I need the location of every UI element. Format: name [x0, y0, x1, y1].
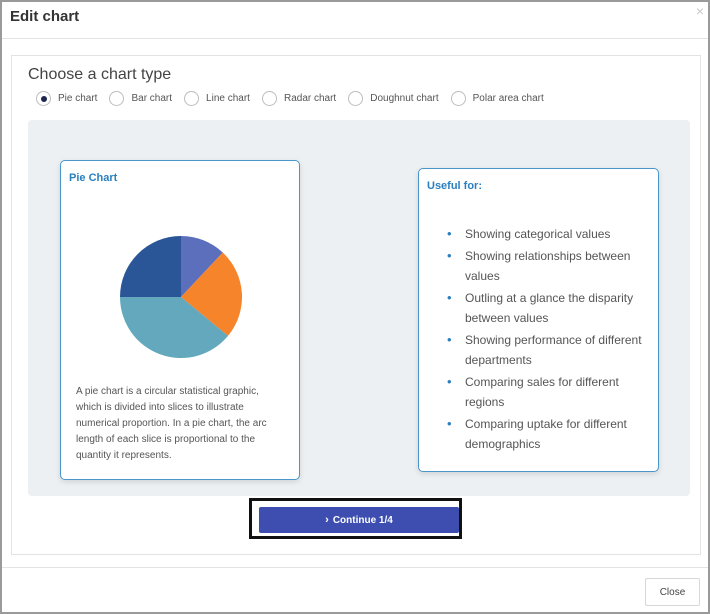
chevron-right-icon: › [325, 514, 329, 526]
chart-card-title: Pie Chart [69, 172, 118, 184]
list-item: Outling at a glance the disparity betwee… [447, 288, 647, 328]
radio-label: Radar chart [283, 93, 337, 104]
useful-for-list: Showing categorical values Showing relat… [447, 224, 647, 456]
radio-button[interactable] [36, 91, 51, 106]
useful-for-title: Useful for: [427, 180, 482, 192]
radio-pie-chart[interactable]: Pie chart [36, 91, 97, 106]
chart-preview-panel: Pie Chart A pie chart is a circular stat… [28, 120, 690, 496]
radio-label: Polar area chart [472, 93, 544, 104]
continue-label: Continue 1/4 [332, 514, 393, 526]
continue-highlight-box: › Continue 1/4 [249, 498, 462, 539]
chart-type-radio-group: Pie chart Bar chart Line chart Radar cha… [36, 91, 556, 106]
pie-chart-preview [120, 236, 242, 358]
radio-label: Line chart [206, 93, 250, 104]
list-item: Showing categorical values [447, 224, 647, 244]
pie-slice-4 [120, 236, 181, 297]
chart-description: A pie chart is a circular statistical gr… [76, 386, 267, 461]
list-item: Comparing uptake for different demograph… [447, 414, 647, 454]
radio-line-chart[interactable]: Line chart [184, 91, 250, 106]
dialog-body: Choose a chart type Pie chart Bar chart … [11, 55, 701, 555]
dialog-footer: Close [2, 567, 708, 612]
radio-label: Bar chart [131, 93, 173, 104]
close-icon[interactable]: × [696, 4, 704, 18]
radio-button[interactable] [261, 91, 277, 106]
radio-polar-area-chart[interactable]: Polar area chart [450, 91, 544, 106]
list-item: Comparing sales for different regions [447, 372, 647, 412]
edit-chart-dialog: Edit chart × Choose a chart type Pie cha… [0, 0, 710, 614]
dialog-title: Edit chart [10, 8, 80, 25]
radio-button[interactable] [450, 91, 466, 106]
radio-radar-chart[interactable]: Radar chart [261, 91, 337, 106]
radio-doughnut-chart[interactable]: Doughnut chart [348, 91, 439, 106]
close-button[interactable]: Close [645, 578, 700, 606]
list-item: Showing relationships between values [447, 246, 647, 286]
choose-chart-type-title: Choose a chart type [28, 66, 172, 83]
useful-for-card: Useful for: Showing categorical values S… [418, 168, 659, 472]
continue-button[interactable]: › Continue 1/4 [259, 507, 459, 533]
radio-label: Pie chart [58, 93, 98, 104]
dialog-header: Edit chart × [2, 2, 708, 39]
radio-bar-chart[interactable]: Bar chart [109, 91, 172, 106]
radio-button[interactable] [109, 91, 125, 106]
chart-info-card: Pie Chart A pie chart is a circular stat… [60, 160, 300, 480]
radio-button[interactable] [348, 91, 364, 106]
radio-button[interactable] [184, 91, 200, 106]
radio-label: Doughnut chart [370, 93, 439, 104]
list-item: Showing performance of different departm… [447, 330, 647, 370]
